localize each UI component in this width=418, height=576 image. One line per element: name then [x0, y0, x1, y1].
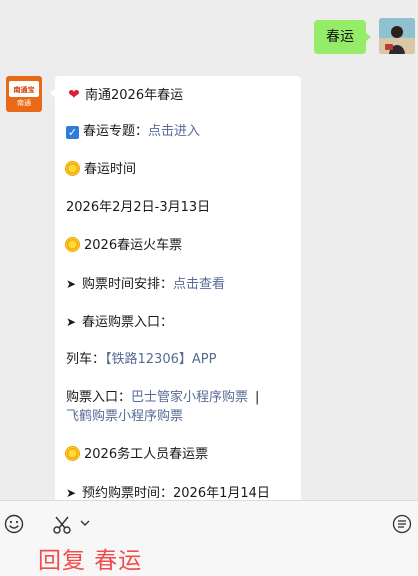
sender-logo-sub: 南通: [17, 99, 31, 107]
message-line-train-heading: 2026春运火车票: [66, 237, 182, 255]
message-line-topic: ✓ 春运专题：点击进入: [66, 123, 200, 141]
chat-toolbar: 回复 春运: [0, 500, 418, 576]
train-label: 列车：: [66, 352, 106, 367]
message-line-worker-heading: 2026务工人员春运票: [66, 446, 208, 464]
incoming-bubble: ❤ 南通2026年春运 ✓ 春运专题：点击进入 春运时间 2026年2月2日-3月1…: [50, 76, 301, 500]
railway-12306-link[interactable]: 【铁路12306】APP: [105, 352, 216, 367]
message-line-dates: 2026年2月2日-3月13日: [66, 199, 210, 217]
time-heading: 春运时间: [84, 162, 137, 177]
topic-label: 春运专题：: [83, 124, 149, 139]
more-icon[interactable]: [392, 514, 412, 534]
user-avatar[interactable]: [379, 18, 415, 54]
sun-icon: [66, 162, 79, 175]
scissors-icon[interactable]: [52, 516, 72, 534]
sender-logo: 南通宝: [9, 81, 39, 97]
topic-link[interactable]: 点击进入: [148, 124, 200, 139]
outgoing-bubble[interactable]: 春运: [314, 20, 371, 54]
user-avatar-image: [379, 18, 415, 54]
sender-avatar[interactable]: 南通宝 南通: [6, 76, 42, 112]
entry-heading: 春运购票入口：: [82, 315, 174, 330]
train-heading: 2026春运火车票: [84, 238, 183, 253]
outgoing-text: 春运: [326, 29, 354, 45]
message-line-schedule: ➤ 购票时间安排：点击查看: [66, 275, 225, 294]
heart-icon: ❤: [68, 87, 80, 103]
sun-icon: [66, 238, 79, 251]
message-line-bus: 购票入口：巴士管家小程序购票 |: [66, 389, 259, 407]
emoji-icon[interactable]: [4, 514, 24, 534]
message-line-title: ❤ 南通2026年春运: [66, 86, 183, 105]
booking-time: 预约购票时间：2026年1月14日: [82, 486, 270, 500]
chevron-down-icon[interactable]: [80, 519, 90, 527]
schedule-link[interactable]: 点击查看: [173, 277, 225, 292]
arrow-right-icon: ➤: [66, 277, 77, 291]
checkbox-icon: ✓: [66, 126, 79, 139]
arrow-right-icon: ➤: [66, 315, 77, 329]
reply-hint: 回复 春运: [38, 548, 143, 574]
chat-area: 春运 南通宝 南通 ❤ 南通2026年春运 ✓ 春运专题：点击进入 春运时间 202…: [0, 0, 418, 500]
feihe-ticket-link[interactable]: 飞鹤购票小程序购票: [66, 409, 183, 424]
message-line-feihe: 飞鹤购票小程序购票: [66, 408, 183, 426]
schedule-label: 购票时间安排：: [82, 277, 174, 292]
sun-icon: [66, 447, 79, 460]
bus-label: 购票入口：: [66, 390, 132, 405]
message-line-entry-heading: ➤ 春运购票入口：: [66, 313, 173, 332]
arrow-right-icon: ➤: [66, 486, 77, 500]
message-line-train: 列车：【铁路12306】APP: [66, 351, 216, 369]
message-line-booking: ➤ 预约购票时间：2026年1月14日: [66, 484, 270, 500]
date-range: 2026年2月2日-3月13日: [66, 200, 211, 215]
link-separator: |: [255, 390, 260, 405]
message-title: 南通2026年春运: [85, 88, 184, 103]
bus-manager-link[interactable]: 巴士管家小程序购票: [131, 390, 248, 405]
worker-heading: 2026务工人员春运票: [84, 447, 209, 462]
message-line-time-heading: 春运时间: [66, 161, 136, 179]
outgoing-message: 春运: [0, 18, 418, 58]
